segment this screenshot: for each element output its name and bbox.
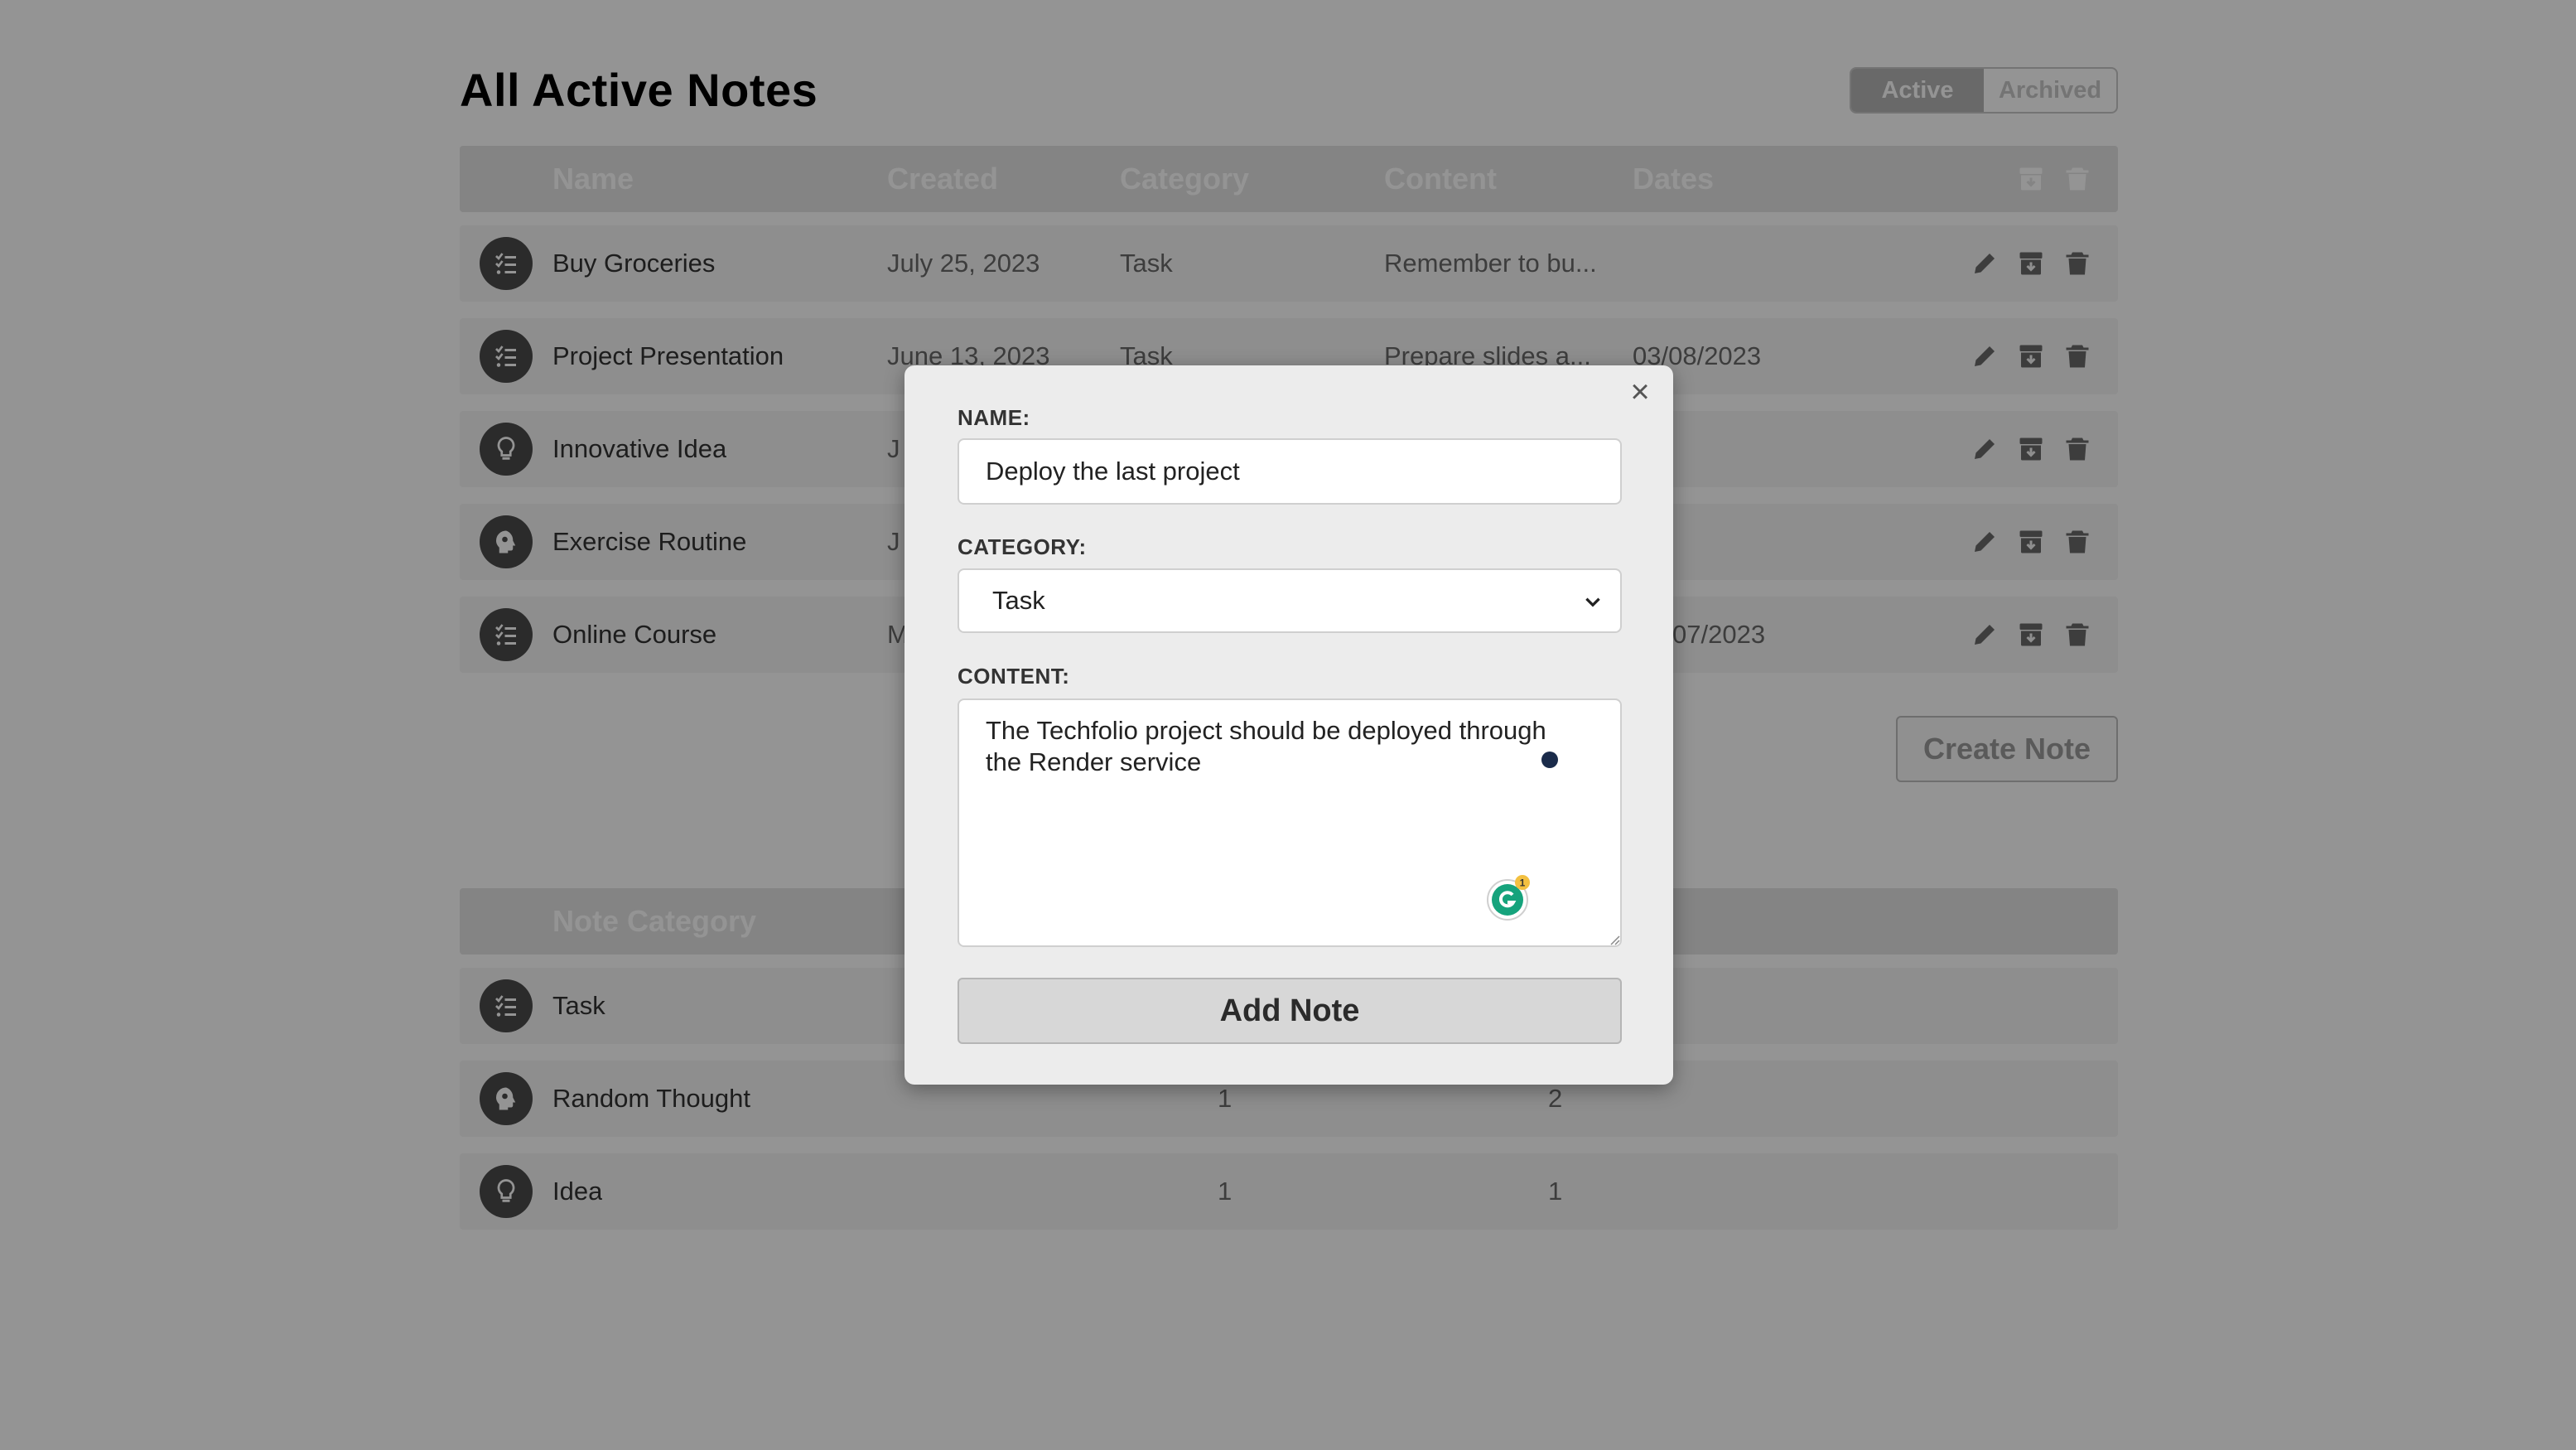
text-cursor-dot <box>1541 752 1558 768</box>
category-select[interactable]: Task <box>958 568 1622 633</box>
name-input[interactable]: Deploy the last project <box>958 438 1622 505</box>
grammarly-icon[interactable]: 1 <box>1484 874 1532 922</box>
add-note-button[interactable]: Add Note <box>958 978 1622 1044</box>
category-label: CATEGORY: <box>958 534 1087 559</box>
close-icon[interactable]: × <box>1623 375 1657 408</box>
grammarly-badge-count: 1 <box>1520 877 1526 889</box>
category-selected-value: Task <box>992 586 1045 615</box>
notes-page: All Active Notes Active Archived Name Cr… <box>0 0 2576 1450</box>
chevron-down-icon <box>1585 597 1600 607</box>
add-note-modal: × NAME: Deploy the last project CATEGORY… <box>904 365 1673 1085</box>
name-label: NAME: <box>958 405 1030 430</box>
content-label: CONTENT: <box>958 664 1070 689</box>
resize-handle-icon[interactable] <box>1609 934 1620 945</box>
